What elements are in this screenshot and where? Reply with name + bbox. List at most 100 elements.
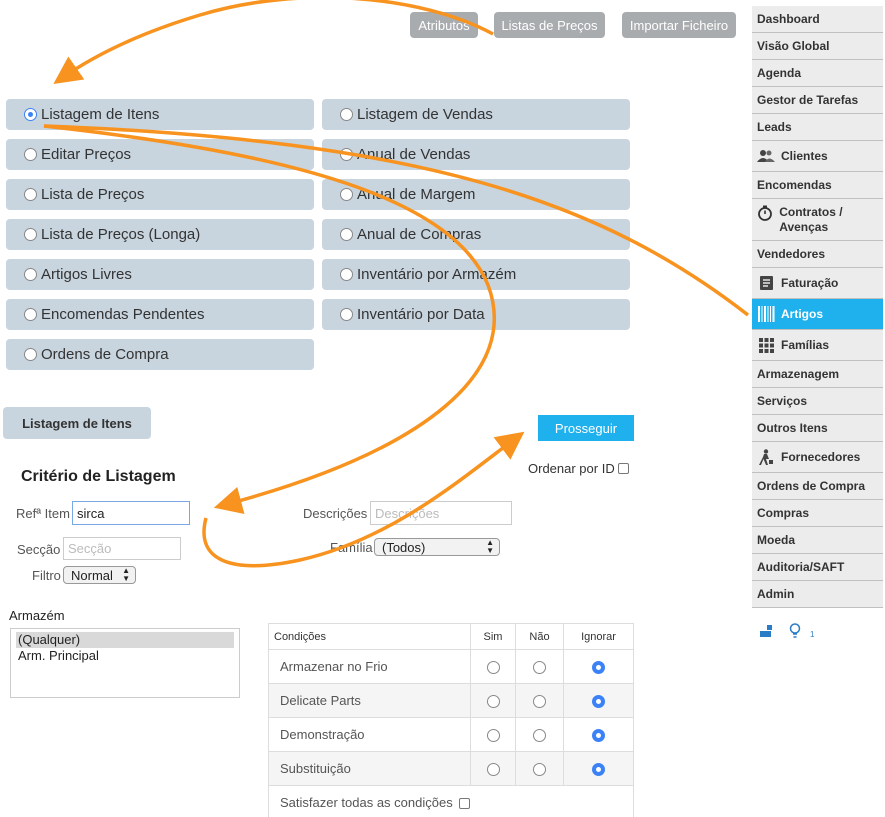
sim-radio[interactable] bbox=[486, 729, 500, 743]
radio-icon[interactable] bbox=[24, 188, 37, 201]
sidebar-item-leads[interactable]: Leads bbox=[752, 114, 883, 141]
ref-item-input[interactable]: sirca bbox=[72, 501, 190, 525]
nao-radio[interactable] bbox=[533, 763, 546, 777]
condition-label: Demonstração bbox=[268, 717, 471, 752]
option-editar-precos[interactable]: Editar Preços bbox=[6, 139, 314, 170]
invoice-icon bbox=[757, 276, 775, 290]
sidebar-item-moeda[interactable]: Moeda bbox=[752, 527, 883, 554]
radio-icon[interactable] bbox=[340, 268, 353, 281]
descricoes-label: Descrições bbox=[303, 506, 368, 521]
radio-icon[interactable] bbox=[340, 308, 353, 321]
listas-de-precos-button[interactable]: Listas de Preços bbox=[494, 12, 605, 38]
nao-radio[interactable] bbox=[533, 661, 546, 675]
sidebar-item-auditoria-saft[interactable]: Auditoria/SAFT bbox=[752, 554, 883, 581]
sidebar-item-visao-global[interactable]: Visão Global bbox=[752, 33, 883, 60]
sim-radio[interactable] bbox=[486, 763, 500, 777]
ignorar-radio[interactable] bbox=[592, 729, 605, 743]
familia-select[interactable]: (Todos) ▲ ▼ bbox=[374, 538, 500, 556]
table-row: Demonstração bbox=[268, 717, 634, 752]
radio-icon[interactable] bbox=[24, 228, 37, 241]
sidebar-item-dashboard[interactable]: Dashboard bbox=[752, 6, 883, 33]
option-lista-precos[interactable]: Lista de Preços bbox=[6, 179, 314, 210]
tab-listagem-itens[interactable]: Listagem de Itens bbox=[3, 407, 151, 439]
ordenar-id-checkbox[interactable] bbox=[618, 463, 629, 474]
option-label: Anual de Vendas bbox=[357, 146, 471, 163]
barcode-icon bbox=[757, 306, 775, 322]
armazem-listbox[interactable]: (Qualquer) Arm. Principal bbox=[10, 628, 240, 698]
radio-icon[interactable] bbox=[340, 228, 353, 241]
radio-icon[interactable] bbox=[24, 308, 37, 321]
nao-radio[interactable] bbox=[533, 729, 546, 743]
sidebar-item-vendedores[interactable]: Vendedores bbox=[752, 241, 883, 268]
sidebar-item-familias[interactable]: Famílias bbox=[752, 330, 883, 361]
importar-ficheiro-button[interactable]: Importar Ficheiro bbox=[622, 12, 736, 38]
sidebar-item-label: Contratos / Avenças bbox=[779, 204, 843, 234]
grid-icon bbox=[757, 337, 775, 353]
armazem-option[interactable]: (Qualquer) bbox=[16, 632, 234, 648]
sidebar-item-ordens-compra[interactable]: Ordens de Compra bbox=[752, 473, 883, 500]
option-listagem-itens[interactable]: Listagem de Itens bbox=[6, 99, 314, 130]
option-lista-precos-longa[interactable]: Lista de Preços (Longa) bbox=[6, 219, 314, 250]
lightbulb-icon[interactable] bbox=[789, 623, 801, 642]
sim-radio[interactable] bbox=[486, 661, 500, 675]
sidebar-item-contratos[interactable]: Contratos / Avenças bbox=[752, 199, 883, 241]
atributos-button[interactable]: Atributos bbox=[410, 12, 478, 38]
option-inventario-data[interactable]: Inventário por Data bbox=[322, 299, 630, 330]
notification-count: 1 bbox=[810, 630, 815, 639]
ignorar-radio[interactable] bbox=[592, 661, 605, 675]
radio-icon[interactable] bbox=[24, 148, 37, 161]
nao-radio[interactable] bbox=[533, 695, 546, 709]
option-artigos-livres[interactable]: Artigos Livres bbox=[6, 259, 314, 290]
sidebar-item-encomendas[interactable]: Encomendas bbox=[752, 172, 883, 199]
table-row: Armazenar no Frio bbox=[268, 649, 634, 684]
sidebar-item-clientes[interactable]: Clientes bbox=[752, 141, 883, 172]
sidebar-item-agenda[interactable]: Agenda bbox=[752, 60, 883, 87]
satisfy-all-checkbox[interactable] bbox=[459, 798, 471, 810]
users-icon bbox=[757, 149, 775, 163]
database-user-icon[interactable] bbox=[760, 624, 774, 641]
radio-icon[interactable] bbox=[24, 268, 37, 281]
sidebar-item-faturacao[interactable]: Faturação bbox=[752, 268, 883, 299]
option-listagem-vendas[interactable]: Listagem de Vendas bbox=[322, 99, 630, 130]
ignorar-radio[interactable] bbox=[592, 695, 605, 709]
ignorar-radio[interactable] bbox=[592, 763, 605, 777]
option-encomendas-pendentes[interactable]: Encomendas Pendentes bbox=[6, 299, 314, 330]
sidebar-item-compras[interactable]: Compras bbox=[752, 500, 883, 527]
seccao-input[interactable]: Secção bbox=[63, 537, 181, 560]
ignorar-header: Ignorar bbox=[563, 623, 634, 650]
sidebar-item-fornecedores[interactable]: Fornecedores bbox=[752, 442, 883, 473]
conditions-table: Condições Sim Não Ignorar Armazenar no F… bbox=[268, 623, 634, 817]
sidebar-item-gestor-tarefas[interactable]: Gestor de Tarefas bbox=[752, 87, 883, 114]
option-label: Artigos Livres bbox=[41, 266, 132, 283]
sidebar-item-label: Fornecedores bbox=[781, 450, 861, 464]
sidebar-item-artigos[interactable]: Artigos bbox=[752, 299, 883, 330]
radio-icon[interactable] bbox=[340, 108, 353, 121]
sidebar-item-admin[interactable]: Admin bbox=[752, 581, 883, 608]
radio-icon[interactable] bbox=[24, 348, 37, 361]
option-label: Encomendas Pendentes bbox=[41, 306, 205, 323]
option-anual-vendas[interactable]: Anual de Vendas bbox=[322, 139, 630, 170]
radio-icon[interactable] bbox=[340, 148, 353, 161]
prosseguir-button[interactable]: Prosseguir bbox=[538, 415, 634, 441]
option-anual-margem[interactable]: Anual de Margem bbox=[322, 179, 630, 210]
radio-selected-icon[interactable] bbox=[24, 108, 37, 121]
condition-label: Substituição bbox=[268, 751, 471, 786]
descricoes-input[interactable]: Descrições bbox=[370, 501, 512, 525]
radio-icon[interactable] bbox=[340, 188, 353, 201]
option-anual-compras[interactable]: Anual de Compras bbox=[322, 219, 630, 250]
sidebar-item-label: Faturação bbox=[781, 276, 839, 290]
sim-radio[interactable] bbox=[486, 695, 500, 709]
stopwatch-icon bbox=[757, 205, 773, 221]
armazem-option[interactable]: Arm. Principal bbox=[11, 648, 239, 664]
option-inventario-armazem[interactable]: Inventário por Armazém bbox=[322, 259, 630, 290]
sidebar-item-servicos[interactable]: Serviços bbox=[752, 388, 883, 415]
option-label: Listagem de Vendas bbox=[357, 106, 493, 123]
option-ordens-compra[interactable]: Ordens de Compra bbox=[6, 339, 314, 370]
sidebar-item-outros-itens[interactable]: Outros Itens bbox=[752, 415, 883, 442]
option-label: Editar Preços bbox=[41, 146, 132, 163]
option-label: Inventário por Data bbox=[357, 306, 485, 323]
condition-label: Delicate Parts bbox=[268, 683, 471, 718]
filtro-select[interactable]: Normal ▲ ▼ bbox=[63, 566, 136, 584]
sidebar-item-armazenagem[interactable]: Armazenagem bbox=[752, 361, 883, 388]
option-label: Lista de Preços bbox=[41, 186, 145, 203]
